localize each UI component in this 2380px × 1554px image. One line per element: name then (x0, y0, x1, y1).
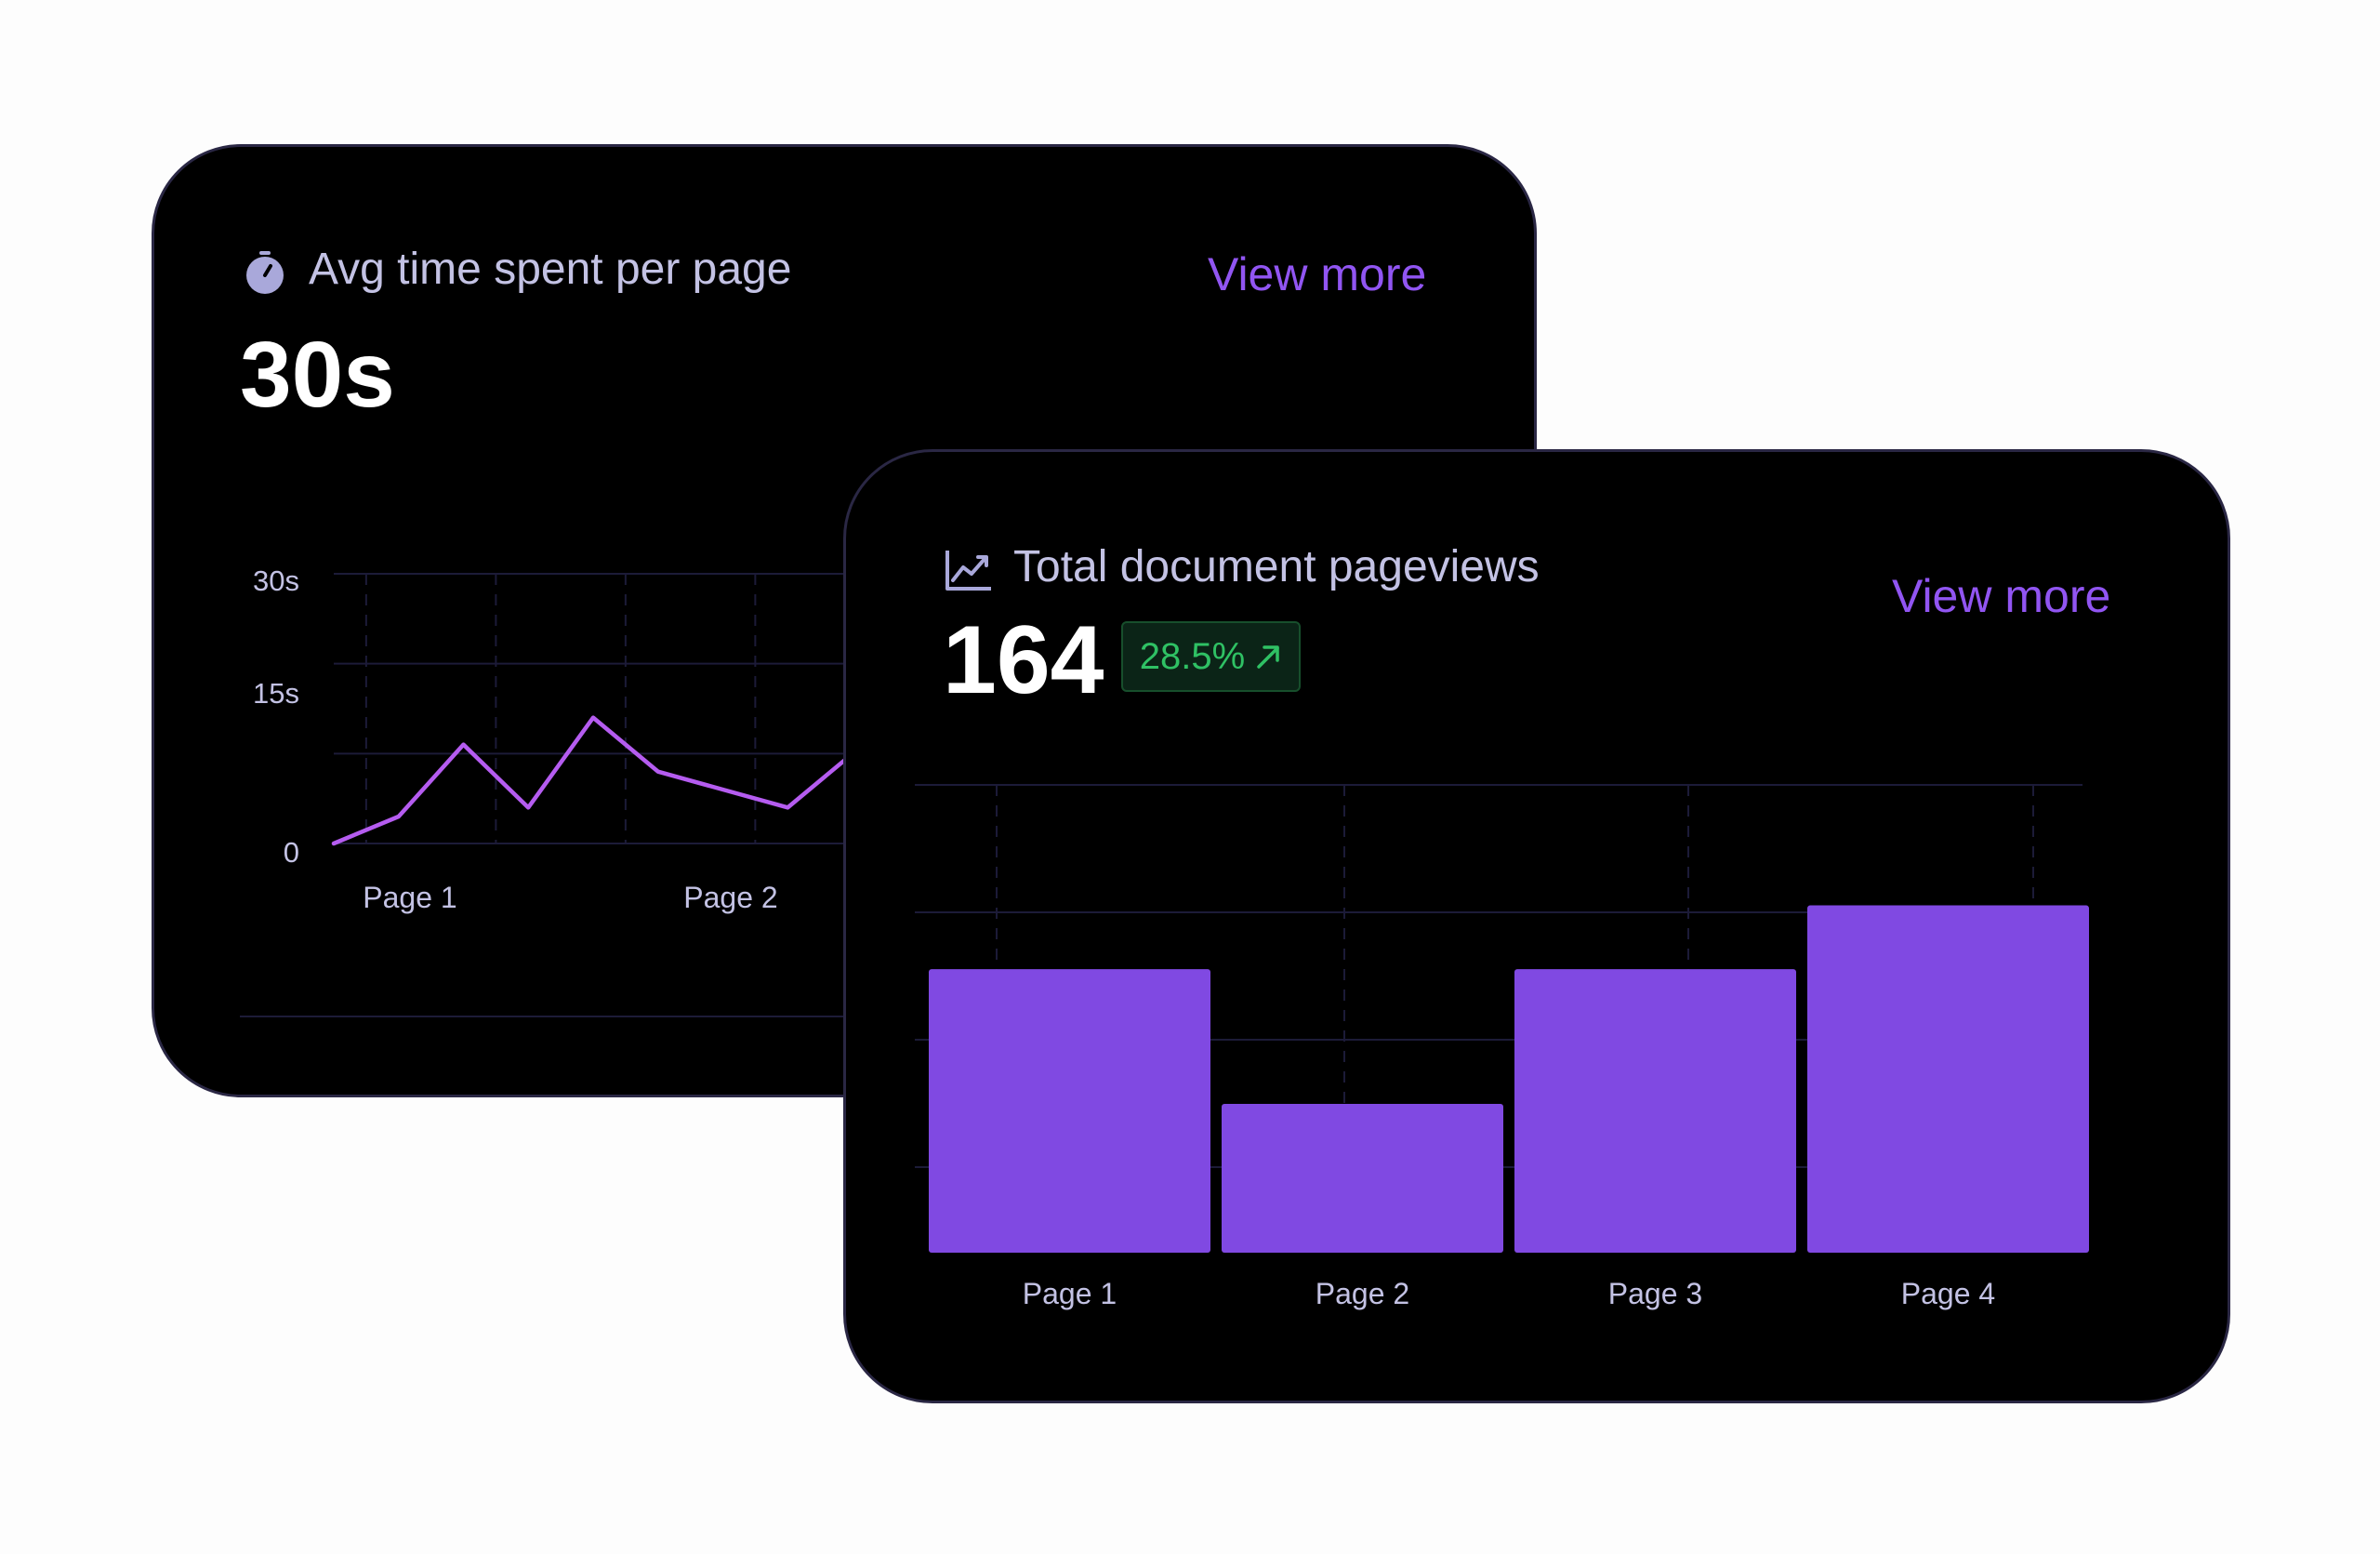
x-tick-label: Page 2 (683, 881, 777, 914)
y-tick-label: 0 (284, 836, 299, 869)
bar (1807, 905, 2089, 1253)
data-point (333, 843, 335, 844)
data-point (463, 744, 464, 746)
pageviews-bar-chart: Page 1 Page 2 Page 3 Page 4 (915, 784, 2089, 1310)
data-point (527, 806, 529, 808)
data-point (657, 771, 659, 773)
bar (929, 969, 1210, 1253)
y-tick-label: 30s (253, 564, 299, 597)
y-tick-label: 15s (253, 677, 299, 710)
x-tick-label: Page 1 (1023, 1277, 1117, 1310)
pageviews-card: Total document pageviews View more 164 2… (843, 449, 2230, 1403)
x-tick-label: Page 1 (363, 881, 456, 914)
bar (1222, 1103, 1503, 1253)
data-point (787, 806, 788, 808)
x-tick-label: Page 4 (1901, 1277, 1995, 1310)
data-point (592, 717, 594, 719)
x-tick-label: Page 2 (1316, 1277, 1409, 1310)
bar (1514, 969, 1796, 1253)
x-tick-label: Page 3 (1608, 1277, 1702, 1310)
